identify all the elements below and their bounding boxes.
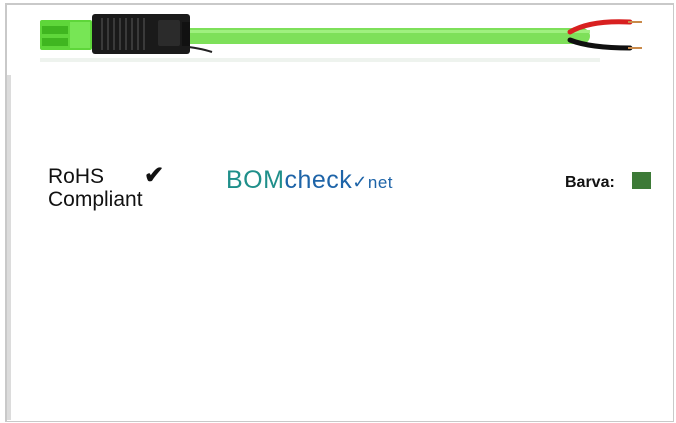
color-swatch [632, 172, 651, 189]
bomcheck-logo-check: check [284, 166, 353, 194]
left-divider [7, 75, 11, 420]
rohs-compliant-mark: RoHS Compliant ✔ [48, 164, 164, 212]
rohs-label: RoHS [48, 165, 105, 188]
product-image [40, 14, 642, 62]
bomcheck-logo: BOMcheck✓net [226, 166, 393, 195]
check-icon: ✔ [144, 162, 165, 189]
bomcheck-logo-bom: BOM [226, 166, 285, 194]
bomcheck-logo-net: net [367, 173, 393, 192]
black-wire [567, 37, 633, 51]
color-label: Barva: [565, 174, 615, 191]
compliant-label: Compliant [48, 188, 143, 211]
bomcheck-tick-icon: ✓ [352, 172, 368, 192]
